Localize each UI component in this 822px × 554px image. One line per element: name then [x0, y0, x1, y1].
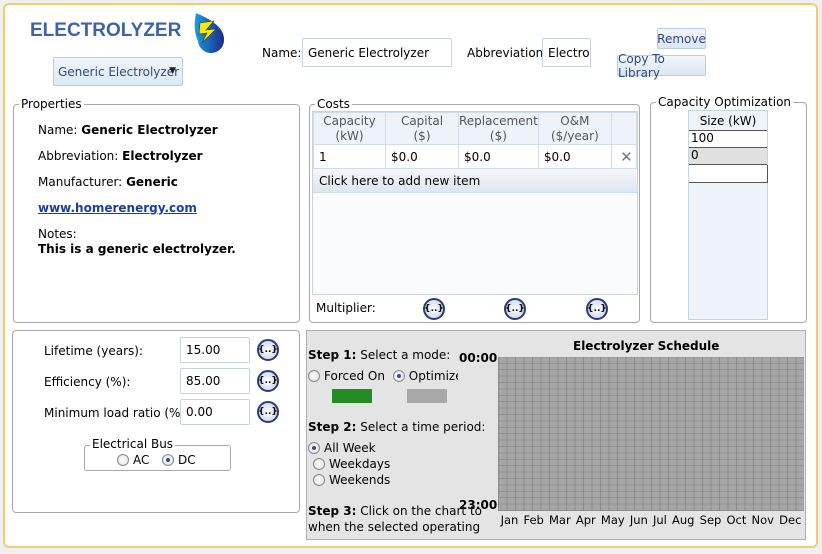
- page-title: ELECTROLYZER: [30, 20, 182, 41]
- efficiency-label: Efficiency (%):: [44, 375, 131, 389]
- month-label: May: [600, 513, 625, 527]
- costs-group: Costs Capacity (kW) Capital ($) Replacemen…: [309, 97, 640, 323]
- optimized-radio[interactable]: Optimized: [392, 369, 458, 383]
- month-label: Jan: [500, 513, 519, 527]
- abbr-prop-value: Electrolyzer: [122, 149, 203, 163]
- schedule-title: Electrolyzer Schedule: [573, 339, 720, 353]
- bus-ac-radio[interactable]: AC: [117, 453, 149, 467]
- costs-legend: Costs: [315, 97, 352, 111]
- month-label: Jul: [652, 513, 667, 527]
- parameters-group: Lifetime (years): 15.00 {..} Efficiency …: [12, 330, 300, 513]
- capacity-optimization-group: Capacity Optimization Size (kW) 100 0: [650, 95, 807, 323]
- delete-row-icon[interactable]: ✕: [610, 144, 638, 169]
- month-label: Jun: [629, 513, 648, 527]
- efficiency-sensitivity-button[interactable]: {..}: [257, 370, 279, 392]
- radio-icon: [117, 454, 129, 466]
- month-label: Mar: [549, 513, 571, 527]
- minimum-load-label: Minimum load ratio (%):: [44, 406, 190, 420]
- lifetime-input[interactable]: 15.00: [180, 337, 250, 363]
- notes-label: Notes:: [38, 227, 77, 241]
- forced-on-color-swatch: [332, 389, 372, 403]
- header-capital: Capital ($): [385, 112, 459, 145]
- abbreviation-input[interactable]: Electrolyzer: [542, 38, 591, 67]
- name-prop-value: Generic Electrolyzer: [81, 123, 218, 137]
- electrical-bus-group: Electrical Bus AC DC: [84, 437, 231, 471]
- size-table: Size (kW) 100 0: [688, 110, 768, 320]
- header-replacement: Replacement ($): [458, 112, 539, 145]
- lifetime-label: Lifetime (years):: [44, 344, 143, 358]
- om-multiplier-button[interactable]: {..}: [586, 298, 608, 320]
- multiplier-label: Multiplier:: [316, 301, 376, 315]
- period-all-week-radio[interactable]: All Week: [308, 441, 376, 455]
- lifetime-sensitivity-button[interactable]: {..}: [257, 339, 279, 361]
- cell-capital[interactable]: $0.0: [385, 144, 459, 169]
- bus-dc-radio[interactable]: DC: [162, 453, 196, 467]
- manufacturer-label: Manufacturer:: [38, 175, 123, 189]
- header-om: O&M ($/year): [537, 112, 612, 145]
- optimized-color-swatch: [407, 389, 447, 403]
- month-label: Oct: [726, 513, 747, 527]
- notes-value: This is a generic electrolyzer.: [38, 242, 236, 256]
- table-row: 1 $0.0 $0.0 $0.0 ✕: [313, 144, 638, 169]
- electrical-bus-legend: Electrical Bus: [90, 437, 176, 451]
- name-input[interactable]: Generic Electrolyzer: [302, 38, 452, 67]
- month-label: Dec: [779, 513, 802, 527]
- abbreviation-label: Abbreviation:: [467, 46, 548, 60]
- component-selector-dropdown[interactable]: Generic Electrolyzer ▼: [53, 57, 183, 86]
- forced-on-radio[interactable]: Forced On: [308, 369, 385, 383]
- name-label: Name:: [262, 46, 302, 60]
- size-cell-empty[interactable]: [689, 165, 768, 183]
- month-labels: Jan Feb Mar Apr May Jun Jul Aug Sep Oct Nov Dec: [498, 513, 804, 527]
- replacement-multiplier-button[interactable]: {..}: [504, 298, 526, 320]
- radio-selected-icon: [162, 454, 174, 466]
- cell-capacity[interactable]: 1: [313, 144, 386, 169]
- remove-button[interactable]: Remove: [657, 28, 706, 49]
- efficiency-input[interactable]: 85.00: [180, 368, 250, 394]
- minimum-load-sensitivity-button[interactable]: {..}: [257, 401, 279, 423]
- selector-value: Generic Electrolyzer: [58, 65, 180, 79]
- name-prop-label: Name:: [38, 123, 78, 137]
- schedule-panel: Electrolyzer Schedule Step 1: Select a m…: [306, 330, 806, 540]
- header-delete: [610, 112, 638, 145]
- month-label: Sep: [699, 513, 722, 527]
- manufacturer-value: Generic: [126, 175, 178, 189]
- month-label: Feb: [523, 513, 544, 527]
- period-weekdays-radio[interactable]: Weekdays: [313, 457, 390, 471]
- hour-start-label: 00:00: [459, 351, 498, 365]
- size-header: Size (kW): [689, 111, 767, 131]
- cell-replacement[interactable]: $0.0: [458, 144, 539, 169]
- month-label: Aug: [672, 513, 695, 527]
- month-label: Nov: [751, 513, 774, 527]
- minimum-load-input[interactable]: 0.00: [180, 399, 250, 425]
- mode-radios: Forced On Optimized: [308, 369, 458, 383]
- step3-text: Step 3: Click on the chart to: [308, 504, 482, 518]
- abbr-prop-label: Abbreviation:: [38, 149, 119, 163]
- capital-multiplier-button[interactable]: {..}: [423, 298, 445, 320]
- step1-text: Step 1: Select a mode:: [308, 348, 451, 362]
- size-cell[interactable]: 0: [689, 148, 767, 165]
- hour-end-label: 23:00: [459, 498, 498, 512]
- period-weekends-radio[interactable]: Weekends: [313, 473, 390, 487]
- month-label: Apr: [575, 513, 596, 527]
- chevron-down-icon: ▼: [169, 66, 176, 76]
- step2-text: Step 2: Select a time period:: [308, 420, 486, 434]
- properties-group: Properties Name: Generic Electrolyzer Ab…: [13, 97, 300, 323]
- schedule-chart-grid[interactable]: [498, 357, 804, 511]
- properties-legend: Properties: [19, 97, 84, 111]
- add-new-item-row[interactable]: Click here to add new item: [313, 169, 637, 193]
- header-capacity: Capacity (kW): [313, 112, 386, 145]
- cell-om[interactable]: $0.0: [537, 144, 612, 169]
- capacity-optimization-legend: Capacity Optimization: [656, 95, 794, 109]
- size-cell[interactable]: 100: [689, 131, 767, 148]
- step3-text-line2: when the selected operating: [308, 520, 481, 534]
- website-link[interactable]: www.homerenergy.com: [38, 201, 197, 215]
- costs-table: Capacity (kW) Capital ($) Replacement ($) O…: [312, 111, 638, 295]
- electrolyzer-drop-icon: [194, 13, 225, 53]
- copy-to-library-button[interactable]: Copy To Library: [617, 52, 706, 80]
